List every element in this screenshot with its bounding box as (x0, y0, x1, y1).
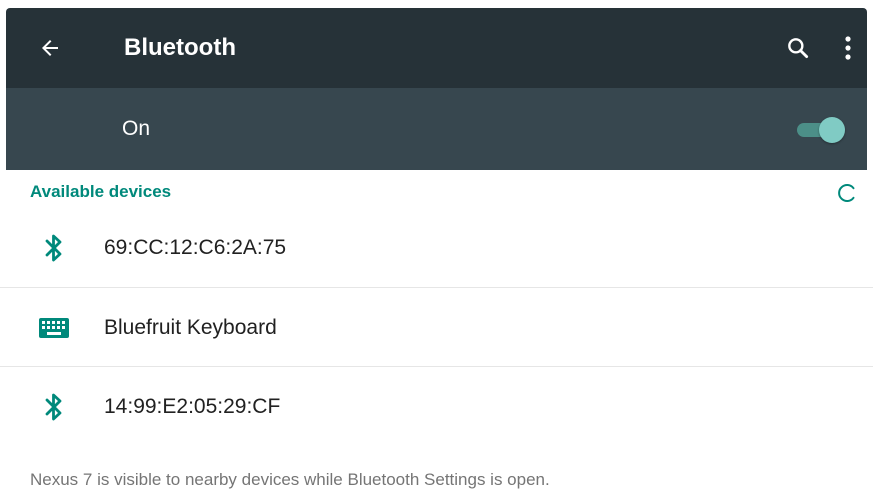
search-icon (788, 38, 809, 59)
device-item[interactable]: 69:CC:12:C6:2A:75 (0, 208, 873, 288)
more-vert-icon (845, 36, 851, 60)
bluetooth-icon (38, 232, 70, 264)
more-options-button[interactable] (832, 28, 864, 68)
toggle-thumb (819, 117, 845, 143)
switch-state-label: On (122, 117, 151, 140)
device-name: 69:CC:12:C6:2A:75 (104, 236, 287, 259)
device-name: 14:99:E2:05:29:CF (104, 395, 281, 418)
app-bar: Bluetooth (6, 8, 867, 88)
bluetooth-toggle[interactable] (795, 117, 847, 143)
search-button[interactable] (778, 28, 818, 68)
arrow-back-icon (42, 40, 58, 56)
device-name: Bluefruit Keyboard (104, 316, 277, 339)
visibility-note: Nexus 7 is visible to nearby devices whi… (30, 470, 550, 489)
page-title: Bluetooth (124, 34, 236, 61)
refresh-spinner-icon (838, 184, 855, 202)
back-button[interactable] (30, 28, 70, 68)
bluetooth-master-switch-bar[interactable]: On (6, 88, 867, 170)
device-item[interactable]: 14:99:E2:05:29:CF (0, 367, 873, 447)
bluetooth-settings-screen: Bluetooth On Available devices 69:CC:12:… (0, 0, 873, 497)
keyboard-icon (38, 312, 70, 344)
available-devices-header: Available devices (30, 182, 172, 201)
bluetooth-icon (38, 391, 70, 423)
device-item[interactable]: Bluefruit Keyboard (0, 288, 873, 368)
